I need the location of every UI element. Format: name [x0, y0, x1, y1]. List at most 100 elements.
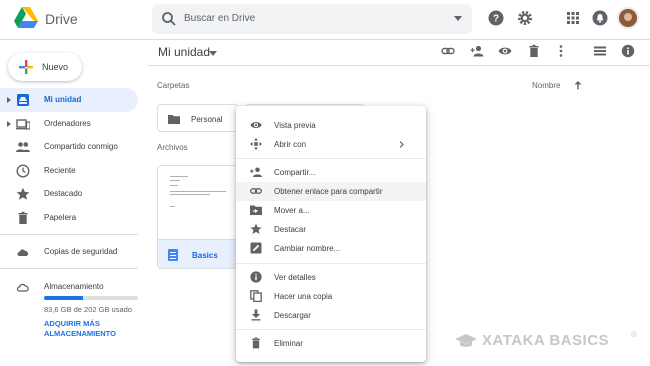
trash-icon: [18, 211, 28, 224]
star-icon: [16, 187, 30, 200]
menu-item-label: Hacer una copia: [274, 292, 333, 301]
preview-eye-icon[interactable]: [498, 44, 512, 58]
storage-label[interactable]: Almacenamiento: [44, 282, 104, 291]
menu-item-view-details[interactable]: Ver detalles: [236, 268, 426, 287]
title-dropdown-icon[interactable]: [209, 51, 217, 56]
sidebar-item-label: Papelera: [44, 213, 77, 222]
add-person-icon[interactable]: [470, 44, 484, 58]
sidebar-item-label: Destacado: [44, 189, 83, 198]
link-icon[interactable]: [441, 44, 455, 58]
preview-line: [170, 176, 188, 177]
menu-item-delete[interactable]: Eliminar: [236, 334, 426, 353]
menu-item-label: Compartir...: [274, 168, 316, 177]
graduation-cap-icon: [455, 334, 477, 347]
watermark: XATAKA BASICS ®: [455, 330, 645, 352]
files-section-label: Archivos: [157, 143, 188, 152]
buy-storage-link[interactable]: ADQUIRIR MÁS ALMACENAMIENTO: [44, 319, 124, 339]
page-title[interactable]: Mi unidad: [158, 45, 210, 59]
expand-arrow-icon[interactable]: [7, 121, 11, 127]
sidebar-item-label: Mi unidad: [44, 95, 82, 104]
toolbar-divider: [148, 65, 650, 66]
settings-icon[interactable]: [516, 9, 534, 27]
move-folder-icon: [250, 205, 262, 215]
search-input[interactable]: Buscar en Drive: [184, 13, 255, 24]
sort-name-label[interactable]: Nombre: [532, 81, 560, 90]
svg-text:?: ?: [493, 14, 499, 25]
sidebar-item-starred[interactable]: Destacado: [0, 182, 138, 206]
folder-icon: [168, 115, 180, 124]
avatar[interactable]: [617, 7, 639, 29]
preview-line: [170, 180, 180, 181]
top-header: Drive Buscar en Drive ?: [0, 0, 650, 40]
menu-item-move-to[interactable]: Mover a...: [236, 201, 426, 220]
preview-line: [170, 185, 178, 186]
sidebar-item-backups[interactable]: Copias de seguridad: [0, 240, 138, 264]
info-icon: [250, 271, 262, 283]
file-thumbnail: [158, 166, 238, 240]
menu-item-share[interactable]: Compartir...: [236, 163, 426, 182]
sidebar-divider: [0, 234, 138, 235]
shared-people-icon: [16, 142, 30, 152]
sidebar-item-label: Copias de seguridad: [44, 247, 118, 256]
menu-item-label: Descargar: [274, 311, 311, 320]
more-vert-icon[interactable]: [554, 44, 568, 58]
new-button[interactable]: Nuevo: [8, 53, 82, 81]
menu-item-star[interactable]: Destacar: [236, 220, 426, 239]
menu-item-rename[interactable]: Cambiar nombre...: [236, 239, 426, 258]
menu-separator: [236, 158, 426, 159]
sidebar-item-trash[interactable]: Papelera: [0, 206, 138, 230]
sidebar-item-label: Compartido conmigo: [44, 142, 118, 151]
menu-item-preview[interactable]: Vista previa: [236, 116, 426, 135]
preview-line: [170, 194, 210, 195]
sidebar-item-shared-with-me[interactable]: Compartido conmigo: [0, 135, 138, 159]
cloud-backup-icon: [17, 249, 29, 256]
sort-arrow-up-icon[interactable]: [573, 80, 583, 90]
new-button-label: Nuevo: [42, 62, 69, 72]
folder-name: Personal: [191, 115, 223, 124]
menu-item-download[interactable]: Descargar: [236, 306, 426, 325]
watermark-text: XATAKA BASICS: [482, 332, 610, 349]
search-box[interactable]: Buscar en Drive: [152, 4, 472, 34]
list-view-icon[interactable]: [593, 44, 607, 58]
file-card-basics[interactable]: Basics: [157, 165, 239, 269]
menu-item-get-link[interactable]: Obtener enlace para compartir: [236, 182, 426, 201]
help-icon[interactable]: ?: [487, 9, 505, 27]
menu-item-label: Ver detalles: [274, 273, 316, 282]
menu-item-make-copy[interactable]: Hacer una copia: [236, 287, 426, 306]
sidebar-item-my-drive[interactable]: Mi unidad: [0, 88, 138, 112]
expand-arrow-icon[interactable]: [7, 97, 11, 103]
menu-item-label: Destacar: [274, 225, 307, 234]
folder-card-personal[interactable]: Personal: [157, 104, 239, 132]
menu-item-label: Obtener enlace para compartir: [274, 187, 383, 196]
eye-icon: [250, 122, 262, 128]
menu-item-open-with[interactable]: Abrir con: [236, 135, 426, 154]
sidebar-item-recent[interactable]: Reciente: [0, 159, 138, 183]
menu-separator: [236, 263, 426, 264]
clock-icon: [16, 164, 30, 178]
search-icon[interactable]: [161, 11, 177, 27]
menu-item-label: Eliminar: [274, 339, 303, 348]
info-icon[interactable]: [621, 44, 635, 58]
plus-icon: [19, 60, 33, 74]
sidebar-item-computers[interactable]: Ordenadores: [0, 112, 138, 136]
add-person-icon: [250, 167, 262, 177]
menu-item-label: Mover a...: [274, 206, 310, 215]
sidebar-item-label: Reciente: [44, 166, 76, 175]
delete-icon[interactable]: [527, 44, 541, 58]
rename-icon: [250, 242, 262, 254]
notifications-icon[interactable]: [591, 9, 609, 27]
storage-progress-bar: [44, 296, 138, 300]
drive-logo-icon[interactable]: [14, 7, 38, 29]
watermark-registered-mark: ®: [631, 330, 637, 339]
app-name[interactable]: Drive: [45, 11, 78, 27]
open-with-icon: [250, 138, 262, 150]
menu-separator: [236, 329, 426, 330]
google-docs-icon: [168, 249, 178, 261]
file-footer[interactable]: Basics: [158, 240, 238, 268]
link-icon: [250, 188, 262, 194]
cloud-storage-icon: [16, 283, 29, 292]
preview-line: [170, 206, 175, 207]
trash-icon: [252, 337, 260, 349]
search-options-icon[interactable]: [454, 16, 462, 21]
apps-grid-icon[interactable]: [564, 9, 582, 27]
